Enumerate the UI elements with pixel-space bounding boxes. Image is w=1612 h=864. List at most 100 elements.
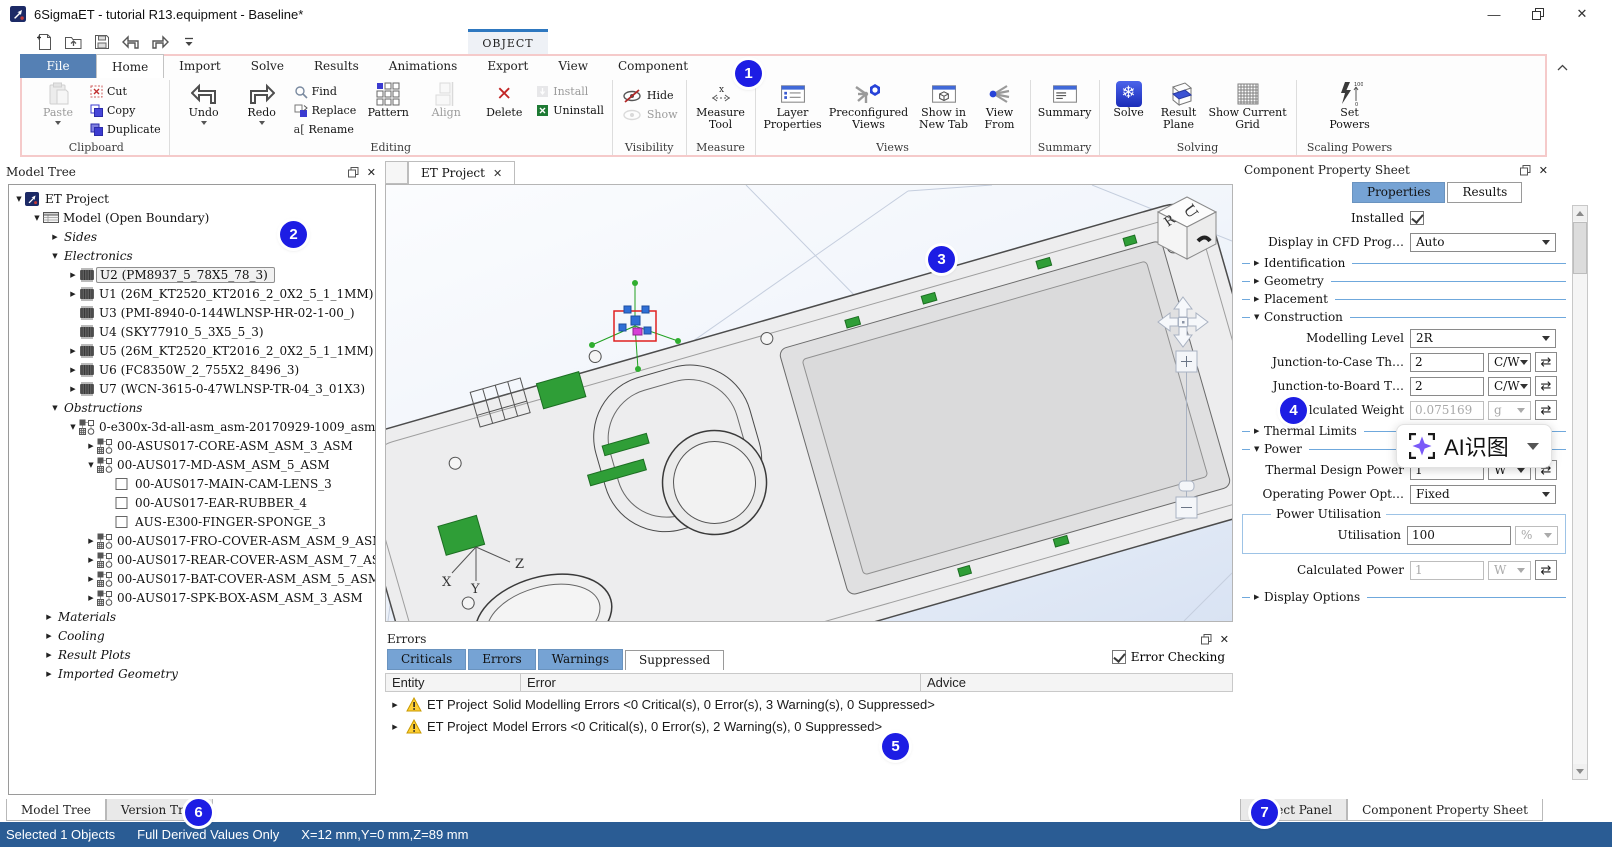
junction-case-input[interactable]: 2 [1410,353,1484,372]
tree-item[interactable]: ▼Obstructions [9,398,375,417]
delete-button[interactable]: ✕ Delete [475,80,533,140]
tab-errors[interactable]: Errors [468,649,535,670]
tree-item[interactable]: ▶U5 (26M_KT2520_KT2016_2_0X2_5_1_1MM) [9,341,375,360]
expander-icon[interactable]: ▶ [389,723,401,731]
error-row[interactable]: ▶ ET ProjectSolid Modelling Errors <0 Cr… [385,695,1233,714]
float-property-icon[interactable] [1520,165,1531,176]
expander-icon[interactable]: ▶ [389,701,401,709]
section-display-options[interactable]: ▶Display Options [1242,588,1566,606]
float-panel-icon[interactable] [348,167,359,178]
align-button[interactable]: Align [417,80,475,140]
expander-icon[interactable]: ▶ [85,442,97,450]
tree-item[interactable]: ▼Electronics [9,246,375,265]
undo-button[interactable]: Undo [175,80,233,140]
collapse-ribbon-button[interactable] [1552,60,1572,74]
tree-item[interactable]: ▼00-AUS017-MD-ASM_ASM_5_ASM [9,455,375,474]
expander-icon[interactable]: ▼ [67,423,79,431]
find-button[interactable]: Find [291,82,360,101]
junction-case-unit-select[interactable]: C/W [1488,353,1531,372]
tree-item[interactable]: 00-AUS017-EAR-RUBBER_4 [9,493,375,512]
tree-item[interactable]: ▶00-ASUS017-CORE-ASM_ASM_3_ASM [9,436,375,455]
paste-button[interactable]: Paste [29,80,87,140]
expander-icon[interactable]: ▼ [85,461,97,469]
new-project-button[interactable] [34,32,54,52]
tree-item[interactable]: AUS-E300-FINGER-SPONGE_3 [9,512,375,531]
tree-item[interactable]: ▶00-AUS017-SPK-BOX-ASM_ASM_3_ASM [9,588,375,607]
expander-icon[interactable]: ▶ [43,632,55,640]
expander-icon[interactable]: ▼ [49,252,61,260]
show-current-grid-button[interactable]: Show Current Grid [1205,80,1291,140]
tree-item[interactable]: ▶Cooling [9,626,375,645]
customize-toolbar-button[interactable] [179,32,199,52]
tab-home[interactable]: Home [96,54,164,78]
expander-icon[interactable]: ▶ [85,575,97,583]
float-errors-icon[interactable] [1201,634,1212,645]
tab-file[interactable]: File [20,54,96,78]
tab-suppressed[interactable]: Suppressed [625,650,724,670]
expander-icon[interactable]: ▶ [43,613,55,621]
tree-item[interactable]: ▶U6 (FC8350W_2_755X2_8496_3) [9,360,375,379]
utilisation-input[interactable]: 100 [1407,526,1511,545]
section-placement[interactable]: ▶Placement [1242,290,1566,308]
tree-item[interactable]: ▼0-e300x-3d-all-asm_asm-20170929-1009_as… [9,417,375,436]
cut-button[interactable]: Cut [87,82,164,101]
installed-checkbox[interactable] [1410,211,1424,225]
close-errors-icon[interactable]: ✕ [1220,633,1229,646]
tab-warnings[interactable]: Warnings [538,649,623,670]
scroll-up-button[interactable] [1573,206,1587,221]
section-identification[interactable]: ▶Identification [1242,254,1566,272]
phone-model[interactable] [386,185,1232,621]
modelling-level-select[interactable]: 2R [1410,329,1556,348]
expander-icon[interactable]: ▶ [67,271,79,279]
redo-button[interactable]: Redo [233,80,291,140]
expander-icon[interactable]: ▶ [67,366,79,374]
tree-item[interactable]: ▼ET Project [9,189,375,208]
display-cfd-select[interactable]: Auto [1410,233,1556,252]
preconfigured-views-button[interactable]: Preconfigured Views [825,80,913,140]
show-button[interactable]: Show [618,105,681,124]
section-geometry[interactable]: ▶Geometry [1242,272,1566,290]
tree-item[interactable]: ▶Imported Geometry [9,664,375,683]
tree-item[interactable]: ▶Sides [9,227,375,246]
tab-results[interactable]: Results [299,54,374,78]
tree-item[interactable]: ▶U1 (26M_KT2520_KT2016_2_0X2_5_1_1MM) [9,284,375,303]
tab-properties[interactable]: Properties [1352,182,1445,203]
tree-item[interactable]: U4 (SKY77910_5_3X5_5_3) [9,322,375,341]
scrollbar-thumb[interactable] [1573,222,1587,274]
restore-button[interactable] [1516,0,1560,28]
rename-button[interactable]: a[Rename [291,120,360,139]
expander-icon[interactable]: ▶ [85,556,97,564]
view-from-button[interactable]: View From [975,80,1025,140]
junction-case-swap-button[interactable]: ⇄ [1535,352,1557,372]
tab-model-tree[interactable]: Model Tree [6,799,106,821]
calculated-weight-swap-button[interactable]: ⇄ [1535,400,1557,420]
tree-item[interactable]: 00-AUS017-MAIN-CAM-LENS_3 [9,474,375,493]
tab-animations[interactable]: Animations [374,54,473,78]
tab-view[interactable]: View [543,54,603,78]
tab-component[interactable]: Component [603,54,703,78]
tab-solve[interactable]: Solve [236,54,299,78]
expander-icon[interactable]: ▶ [43,651,55,659]
tree-item[interactable]: ▶Materials [9,607,375,626]
redo-quick-button[interactable] [150,32,170,52]
column-error[interactable]: Error [521,674,921,691]
junction-board-unit-select[interactable]: C/W [1488,377,1531,396]
junction-board-swap-button[interactable]: ⇄ [1535,376,1557,396]
expander-icon[interactable]: ▶ [43,670,55,678]
pattern-button[interactable]: Pattern [359,80,417,140]
calculated-power-swap-button[interactable]: ⇄ [1535,560,1557,580]
expander-icon[interactable]: ▶ [67,290,79,298]
column-advice[interactable]: Advice [921,674,1232,691]
expander-icon[interactable]: ▶ [49,233,61,241]
error-row[interactable]: ▶ ET ProjectModel Errors <0 Critical(s),… [385,717,1233,736]
duplicate-button[interactable]: Duplicate [87,120,164,139]
measure-tool-button[interactable]: x Measure Tool [692,80,750,140]
minimize-button[interactable]: — [1472,0,1516,28]
tree-item[interactable]: ▶00-AUS017-REAR-COVER-ASM_ASM_7_ASM [9,550,375,569]
replace-button[interactable]: Replace [291,101,360,120]
scroll-down-button[interactable] [1573,764,1587,779]
expander-icon[interactable]: ▼ [49,404,61,412]
expander-icon[interactable]: ▶ [85,537,97,545]
tree-item-selected[interactable]: ▶U2 (PM8937_5_78X5_78_3) [9,265,375,284]
uninstall-button[interactable]: Uninstall [533,101,607,120]
